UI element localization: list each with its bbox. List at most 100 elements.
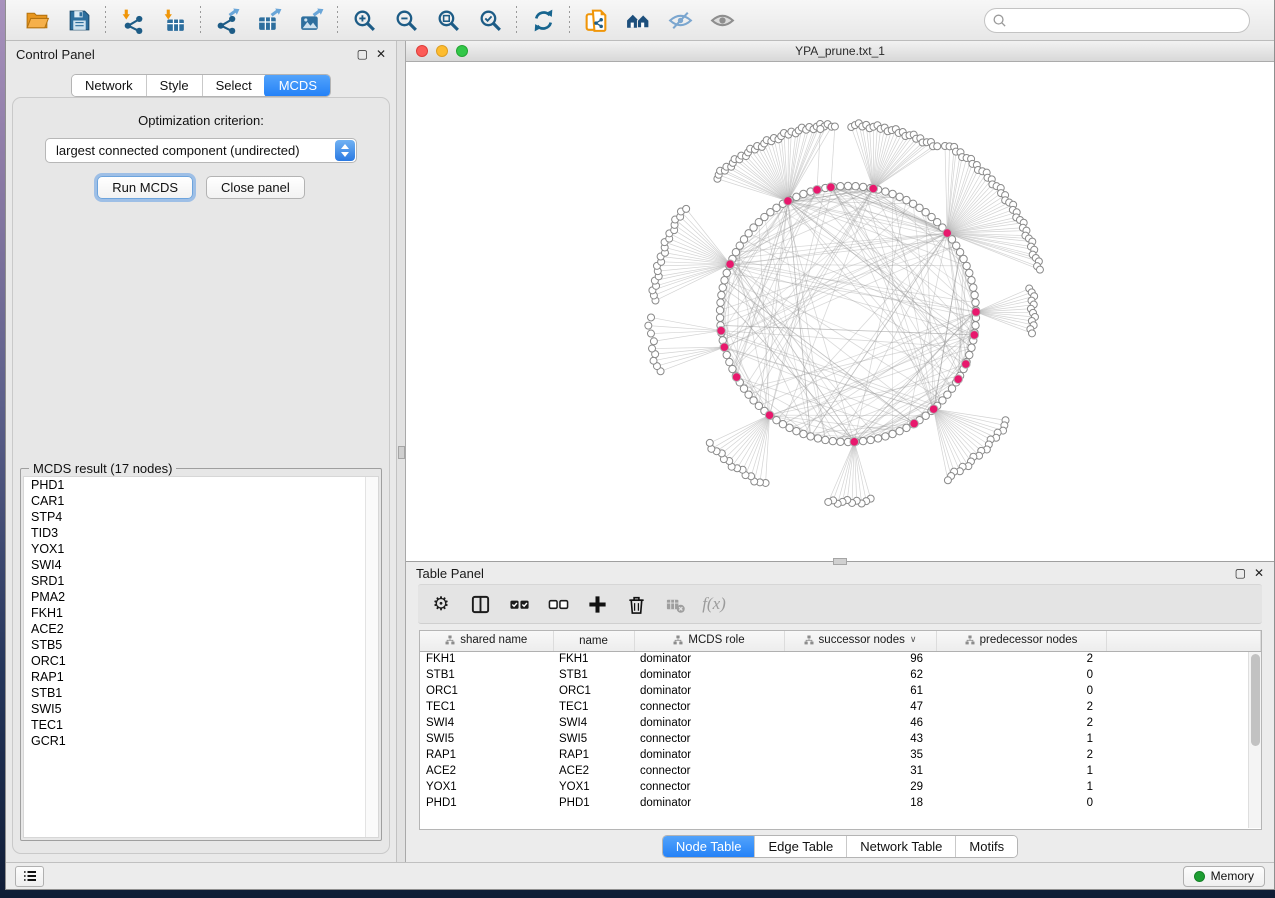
float-panel-icon[interactable]: ▢ [357, 48, 368, 60]
result-list-item[interactable]: SRD1 [24, 573, 378, 589]
zoom-in-button[interactable] [343, 3, 385, 37]
graph-hub-node[interactable] [943, 229, 952, 238]
graph-leaf-node[interactable] [944, 477, 951, 484]
graph-leaf-node[interactable] [650, 338, 657, 345]
table-cell[interactable]: 0 [936, 683, 1106, 699]
table-cell[interactable]: 29 [784, 779, 936, 795]
graph-ring-node[interactable] [971, 291, 978, 298]
hide-selected-button[interactable] [659, 3, 701, 37]
divider-handle[interactable] [398, 446, 405, 459]
close-panel-icon[interactable]: ✕ [376, 48, 386, 60]
table-cell[interactable]: 61 [784, 683, 936, 699]
result-list-item[interactable]: SWI5 [24, 701, 378, 717]
graph-ring-node[interactable] [972, 322, 979, 329]
show-all-button[interactable] [701, 3, 743, 37]
table-cell[interactable]: connector [634, 779, 784, 795]
table-cell[interactable]: SWI4 [553, 715, 634, 731]
table-cell[interactable]: connector [634, 731, 784, 747]
network-canvas[interactable] [406, 62, 1274, 561]
graph-ring-node[interactable] [793, 427, 800, 434]
zoom-fit-button[interactable] [427, 3, 469, 37]
graph-ring-node[interactable] [882, 188, 889, 195]
tab-network[interactable]: Network [72, 75, 146, 96]
table-cell[interactable]: 2 [936, 715, 1106, 731]
import-table-button[interactable] [153, 3, 195, 37]
table-cell[interactable]: 96 [784, 651, 936, 667]
table-cell[interactable]: dominator [634, 651, 784, 667]
result-list-item[interactable]: SWI4 [24, 557, 378, 573]
graph-ring-node[interactable] [852, 183, 859, 190]
column-header-successor-nodes[interactable]: successor nodes∨ [784, 631, 936, 651]
table-cell[interactable]: PHD1 [420, 795, 553, 811]
table-row[interactable]: PHD1PHD1dominator180 [420, 795, 1261, 811]
graph-leaf-node[interactable] [650, 357, 657, 364]
table-cell[interactable]: ORC1 [553, 683, 634, 699]
graph-hub-node[interactable] [717, 326, 726, 335]
tab-motifs[interactable]: Motifs [955, 836, 1017, 857]
graph-ring-node[interactable] [814, 435, 821, 442]
table-cell[interactable]: 43 [784, 731, 936, 747]
graph-ring-node[interactable] [717, 299, 724, 306]
graph-ring-node[interactable] [896, 193, 903, 200]
result-list-item[interactable]: PMA2 [24, 589, 378, 605]
result-list-item[interactable]: FKH1 [24, 605, 378, 621]
deselect-all-button[interactable] [543, 589, 573, 619]
column-header-predecessor-nodes[interactable]: predecessor nodes [936, 631, 1106, 651]
graph-ring-node[interactable] [726, 358, 733, 365]
graph-leaf-node[interactable] [649, 345, 656, 352]
graph-ring-node[interactable] [723, 269, 730, 276]
horizontal-divider-handle[interactable] [833, 558, 847, 565]
table-row[interactable]: RAP1RAP1dominator352 [420, 747, 1261, 763]
save-session-button[interactable] [58, 3, 100, 37]
graph-hub-node[interactable] [869, 184, 878, 193]
table-cell[interactable]: SWI5 [553, 731, 634, 747]
graph-ring-node[interactable] [822, 436, 829, 443]
graph-hub-node[interactable] [962, 360, 971, 369]
graph-ring-node[interactable] [718, 291, 725, 298]
graph-ring-node[interactable] [889, 430, 896, 437]
table-cell[interactable]: FKH1 [553, 651, 634, 667]
table-cell[interactable]: YOX1 [420, 779, 553, 795]
table-cell[interactable]: YOX1 [553, 779, 634, 795]
tab-network-table[interactable]: Network Table [846, 836, 955, 857]
graph-ring-node[interactable] [800, 190, 807, 197]
graph-ring-node[interactable] [968, 344, 975, 351]
table-cell[interactable]: TEC1 [420, 699, 553, 715]
graph-ring-node[interactable] [882, 433, 889, 440]
graph-ring-node[interactable] [729, 365, 736, 372]
refresh-button[interactable] [522, 3, 564, 37]
graph-hub-node[interactable] [970, 331, 979, 340]
table-cell[interactable]: 47 [784, 699, 936, 715]
graph-ring-node[interactable] [716, 314, 723, 321]
tab-style[interactable]: Style [146, 75, 202, 96]
table-scrollbar[interactable] [1248, 652, 1261, 828]
graph-hub-node[interactable] [784, 197, 793, 206]
graph-leaf-node[interactable] [831, 123, 838, 130]
table-cell[interactable]: SWI5 [420, 731, 553, 747]
graph-hub-node[interactable] [954, 375, 963, 384]
table-cell[interactable]: connector [634, 699, 784, 715]
table-row[interactable]: FKH1FKH1dominator962 [420, 651, 1261, 667]
close-panel-icon[interactable]: ✕ [1254, 567, 1264, 579]
graph-leaf-node[interactable] [934, 143, 941, 150]
import-network-button[interactable] [111, 3, 153, 37]
table-cell[interactable]: 18 [784, 795, 936, 811]
table-cell[interactable]: dominator [634, 667, 784, 683]
table-cell[interactable]: PHD1 [553, 795, 634, 811]
run-mcds-button[interactable]: Run MCDS [97, 176, 193, 199]
table-cell[interactable]: dominator [634, 795, 784, 811]
table-cell[interactable]: FKH1 [420, 651, 553, 667]
panel-divider[interactable] [396, 41, 406, 862]
graph-ring-node[interactable] [968, 277, 975, 284]
result-list-item[interactable]: STP4 [24, 509, 378, 525]
graph-hub-node[interactable] [813, 186, 822, 195]
window-close-icon[interactable] [416, 45, 428, 57]
graph-ring-node[interactable] [859, 437, 866, 444]
column-header-name[interactable]: name [553, 631, 634, 651]
column-header-shared-name[interactable]: shared name [420, 631, 553, 651]
graph-ring-node[interactable] [719, 284, 726, 291]
result-list-item[interactable]: PHD1 [24, 477, 378, 493]
graph-hub-node[interactable] [850, 438, 859, 447]
close-panel-button[interactable]: Close panel [206, 176, 305, 199]
table-cell[interactable]: 46 [784, 715, 936, 731]
